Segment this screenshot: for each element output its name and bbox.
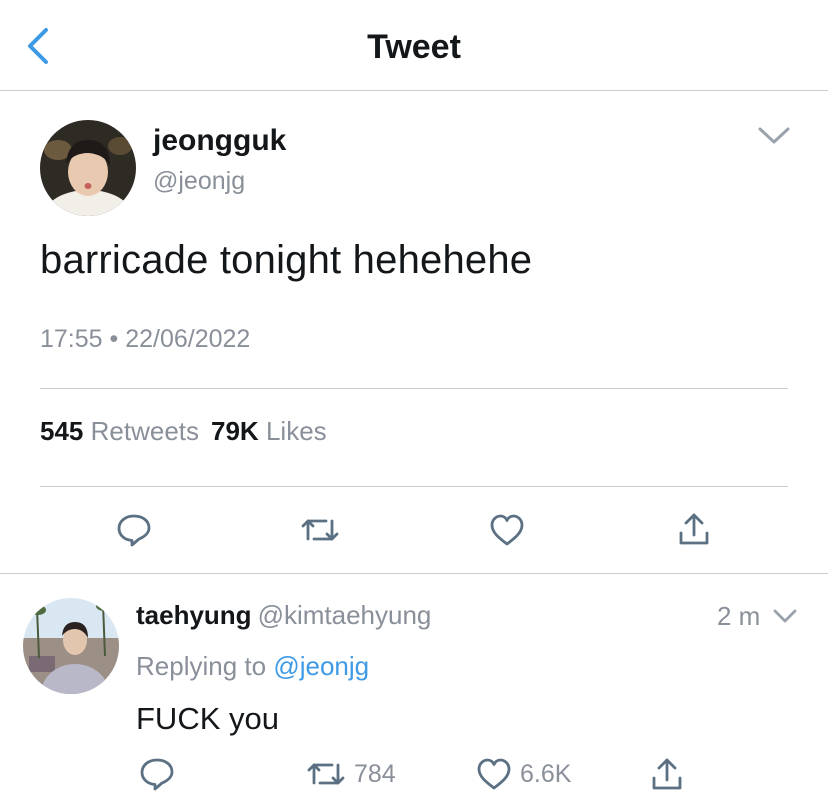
tweet-text: barricade tonight hehehehe <box>40 238 533 282</box>
retweet-button[interactable] <box>300 513 340 547</box>
replying-prefix: Replying to <box>136 651 267 681</box>
mention-link[interactable]: @jeonjg <box>273 651 369 681</box>
reply-button[interactable] <box>116 513 152 547</box>
reply-author-name[interactable]: taehyung <box>136 600 252 630</box>
profile-photo-icon <box>23 598 119 694</box>
retweets-count: 545 <box>40 416 84 446</box>
like-button[interactable] <box>489 513 525 547</box>
reply-retweet-button[interactable]: 784 <box>306 757 396 791</box>
avatar[interactable] <box>40 120 136 216</box>
share-icon <box>679 513 709 545</box>
reply-share-button[interactable] <box>650 757 684 791</box>
tweet-timestamp: 17:55 • 22/06/2022 <box>40 325 251 353</box>
chevron-down-icon <box>758 127 790 144</box>
reply-time: 2 m <box>717 601 761 631</box>
reply-header: taehyung @kimtaehyung <box>136 600 431 631</box>
like-icon <box>490 514 524 546</box>
share-icon <box>652 758 682 790</box>
tweet-stats: 545 Retweets 79K Likes <box>40 416 327 447</box>
reply-author-handle[interactable]: @kimtaehyung <box>258 600 432 630</box>
retweet-icon <box>307 763 345 785</box>
page-title: Tweet <box>367 28 461 66</box>
reply-like-button[interactable]: 6.6K <box>476 757 571 791</box>
retweets-label: Retweets <box>90 416 200 446</box>
divider <box>40 388 788 389</box>
divider <box>40 486 788 487</box>
retweet-icon <box>301 519 339 541</box>
author-name[interactable]: jeongguk <box>153 124 286 158</box>
top-bar: Tweet <box>0 0 828 91</box>
likes-stat[interactable]: 79K Likes <box>211 416 327 446</box>
likes-count: 79K <box>211 416 259 446</box>
chevron-down-icon <box>773 609 797 623</box>
author-handle[interactable]: @jeonjg <box>153 167 245 196</box>
reply-reply-button[interactable] <box>139 757 175 791</box>
divider <box>0 573 828 574</box>
reply-text: FUCK you <box>136 701 279 736</box>
reply-icon <box>140 758 174 791</box>
reply-icon <box>117 514 151 547</box>
likes-label: Likes <box>265 416 327 446</box>
share-button[interactable] <box>677 511 711 547</box>
reply-avatar[interactable] <box>23 598 119 694</box>
reply-retweets-count: 784 <box>354 759 396 788</box>
replying-to: Replying to @jeonjg <box>136 651 369 682</box>
tweet-options-button[interactable] <box>757 125 791 147</box>
reply-likes-count: 6.6K <box>520 759 572 788</box>
like-icon <box>477 758 511 790</box>
reply-options-button[interactable] <box>772 607 798 625</box>
profile-photo-icon <box>40 120 136 216</box>
retweets-stat[interactable]: 545 Retweets <box>40 416 199 446</box>
